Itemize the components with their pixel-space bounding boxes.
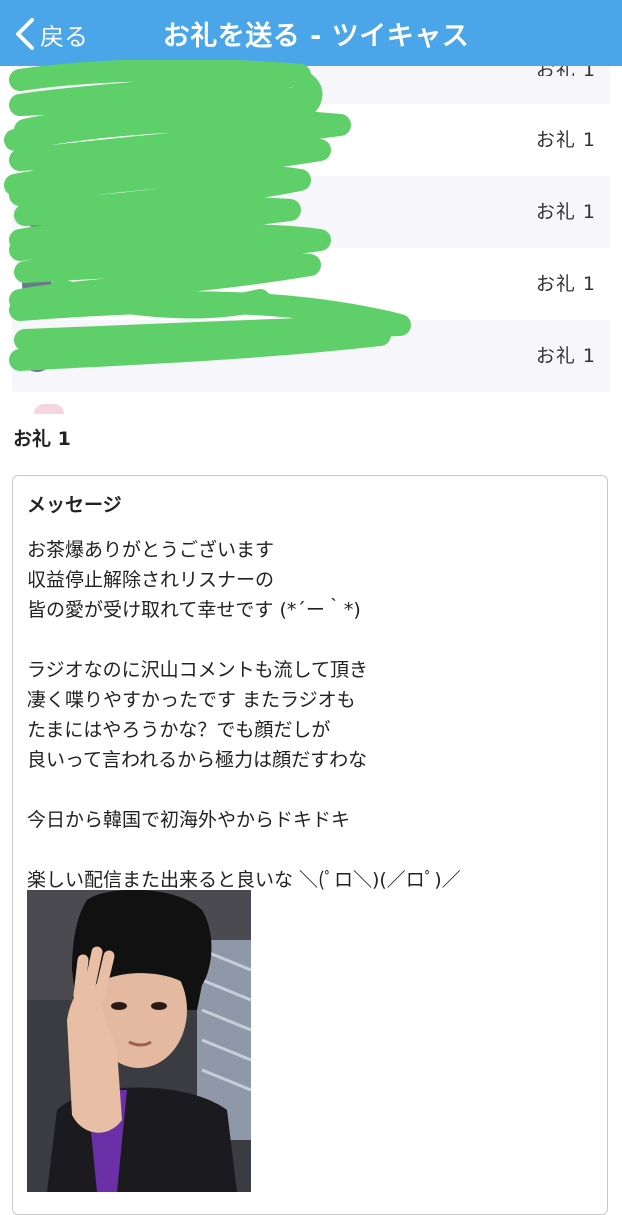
page-title: お礼を送る - ツイキャス [162, 21, 470, 52]
gift-total: お礼 1 [13, 428, 71, 450]
list-item: お礼 1 [12, 104, 610, 176]
message-line: 楽しい配信また出来ると良いな ＼(ﾟロ＼)(／ロﾟ)／ [27, 869, 461, 891]
message-line: お茶爆ありがとうございます [27, 539, 275, 561]
avatar [22, 342, 52, 372]
gift-amount: お礼 1 [535, 201, 596, 223]
avatar [22, 270, 52, 300]
list-item: お礼 1 [12, 176, 610, 248]
gift-amount: お礼 1 [536, 66, 596, 76]
list-item: お礼 1 [12, 66, 610, 104]
list-item: お礼 1 [12, 320, 610, 392]
photo-illustration [27, 890, 251, 1192]
message-box: メッセージ お茶爆ありがとうございます 収益停止解除されリスナーの 皆の愛が受け… [12, 475, 608, 1215]
message-line: たまにはやろうかな？でも顔だしが [27, 719, 331, 741]
message-line: ラジオなのに沢山コメントも流して頂き [27, 659, 369, 681]
avatar [22, 198, 52, 228]
gift-amount: お礼 1 [535, 273, 596, 295]
message-line: 凄く喋りやすかったです またラジオも [27, 689, 356, 711]
gift-amount: お礼 1 [535, 129, 596, 151]
message-line: 良いって言われるから極力は顔だすわな [27, 749, 368, 771]
message-line: 今日から韓国で初海外やからドキドキ [27, 809, 351, 831]
list-item: お礼 1 [12, 248, 610, 320]
message-line: 収益停止解除されリスナーの [27, 569, 275, 591]
gift-amount: お礼 1 [535, 345, 596, 367]
nav-bar: 戻る お礼を送る - ツイキャス [0, 0, 622, 66]
message-heading: メッセージ [27, 494, 122, 516]
message-line: 皆の愛が受け取れて幸せです (*´ー｀*) [27, 599, 361, 621]
avatar [34, 404, 64, 414]
gift-list: お礼 1 お礼 1 お礼 1 お礼 1 お礼 1 [12, 66, 610, 392]
avatar [22, 126, 52, 156]
attached-photo[interactable] [27, 890, 251, 1192]
